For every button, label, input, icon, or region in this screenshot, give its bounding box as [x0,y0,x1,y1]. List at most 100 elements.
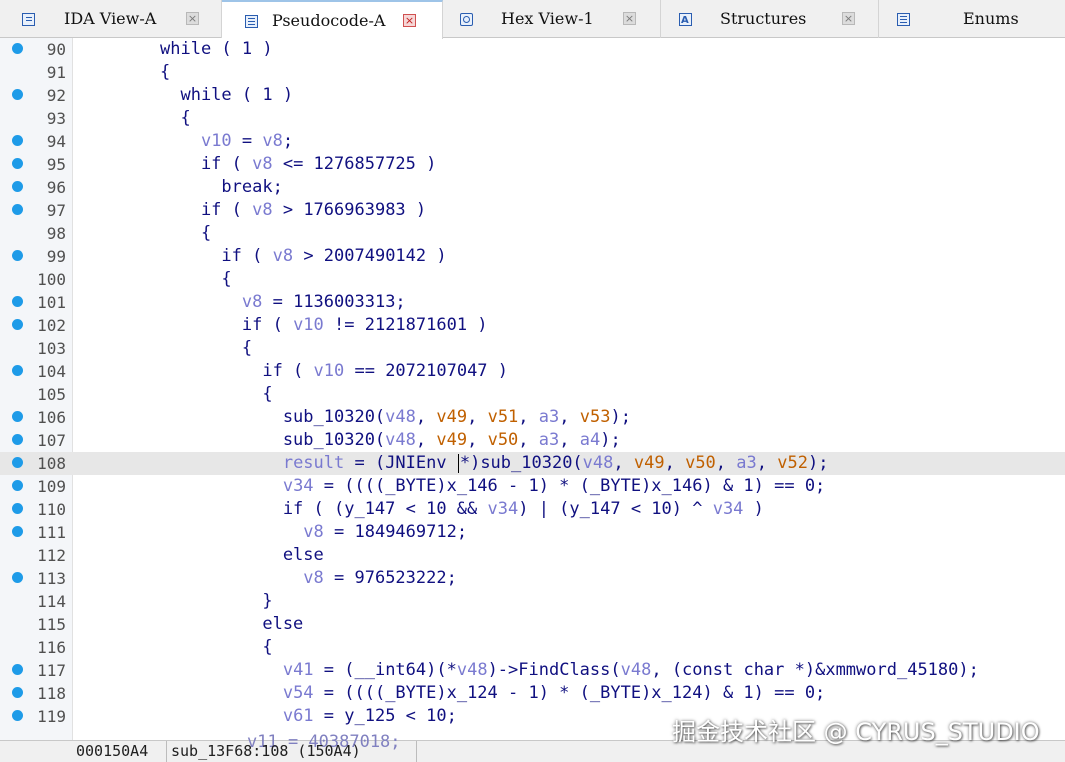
close-icon[interactable]: × [186,12,199,25]
code-line[interactable]: 118 v54 = ((((_BYTE)x_124 - 1) * (_BYTE)… [0,682,1065,705]
code-text: v8 = 1849469712; [303,522,468,542]
watermark: 掘金技术社区 @ CYRUS_STUDIO [672,718,1040,746]
breakpoint-dot-icon[interactable] [12,411,23,422]
line-number: 99 [46,247,66,266]
code-line[interactable]: 115 else [0,613,1065,636]
code-text: else [160,614,304,634]
line-number: 114 [37,592,66,611]
code-line[interactable]: 110 if ( (y_147 < 10 && v34) | (y_147 < … [0,498,1065,521]
code-line[interactable]: 113 v8 = 976523222; [0,567,1065,590]
line-number: 118 [37,684,66,703]
text-cursor [457,453,459,473]
tab-ida-view[interactable]: IDA View-A × [0,0,222,38]
tab-structures[interactable]: Structures × [661,0,879,40]
code-text: { [160,637,273,657]
code-text: { [160,338,253,358]
code-text: v8 = 976523222; [303,568,457,588]
breakpoint-dot-icon[interactable] [12,503,23,514]
close-icon[interactable]: × [842,12,855,25]
line-number: 93 [46,109,66,128]
code-line[interactable]: 91 { [0,61,1065,84]
code-text: break; [160,177,283,197]
code-line[interactable]: 117 v41 = (__int64)(*v48)->FindClass(v48… [0,659,1065,682]
code-line[interactable]: 103 { [0,337,1065,360]
breakpoint-dot-icon[interactable] [12,43,23,54]
code-line[interactable]: 92 while ( 1 ) [0,84,1065,107]
tab-bar: IDA View-A × Pseudocode-A × Hex View-1 ×… [0,0,1065,40]
code-line[interactable]: 93 { [0,107,1065,130]
code-line[interactable]: 114 } [0,590,1065,613]
code-line[interactable]: 102 if ( v10 != 2121871601 ) [0,314,1065,337]
breakpoint-dot-icon[interactable] [12,250,23,261]
line-number: 105 [37,385,66,404]
code-line[interactable]: 95 if ( v8 <= 1276857725 ) [0,153,1065,176]
code-line[interactable]: 100 { [0,268,1065,291]
code-text: if ( v8 > 1766963983 ) [160,200,427,220]
breakpoint-dot-icon[interactable] [12,89,23,100]
tab-hex-view[interactable]: Hex View-1 × [443,0,661,38]
code-text: v54 = ((((_BYTE)x_124 - 1) * (_BYTE)x_12… [282,683,826,703]
code-line[interactable]: 101 v8 = 1136003313; [0,291,1065,314]
code-line[interactable]: 99 if ( v8 > 2007490142 ) [0,245,1065,268]
code-text: v8 = 1136003313; [241,292,406,312]
breakpoint-dot-icon[interactable] [12,181,23,192]
code-text: v41 = (__int64)(*v48)->FindClass(v48, (c… [282,660,979,680]
code-line[interactable]: 107 sub_10320(v48, v49, v50, a3, a4); [0,429,1065,452]
line-number: 100 [37,270,66,289]
code-line[interactable]: 97 if ( v8 > 1766963983 ) [0,199,1065,222]
code-text: while ( 1 ) [160,85,294,105]
breakpoint-dot-icon[interactable] [12,457,23,468]
line-number: 119 [37,707,66,726]
line-number: 113 [37,569,66,588]
tab-label: IDA View-A [64,9,157,28]
code-text: } [160,591,273,611]
code-line[interactable]: 112 else [0,544,1065,567]
code-line[interactable]: 116 { [0,636,1065,659]
code-line[interactable]: 90 while ( 1 ) [0,38,1065,61]
breakpoint-dot-icon[interactable] [12,664,23,675]
code-line[interactable]: 108 result = (JNIEnv *)sub_10320(v48, v4… [0,452,1065,475]
line-number: 117 [37,661,66,680]
code-line[interactable]: 109 v34 = ((((_BYTE)x_146 - 1) * (_BYTE)… [0,475,1065,498]
code-text: sub_10320(v48, v49, v50, a3, a4); [160,430,621,450]
code-text: if ( v10 == 2072107047 ) [160,361,509,381]
breakpoint-dot-icon[interactable] [12,204,23,215]
breakpoint-dot-icon[interactable] [12,572,23,583]
code-text: v61 = y_125 < 10; [282,706,457,726]
code-text: if ( v10 != 2121871601 ) [160,315,488,335]
breakpoint-dot-icon[interactable] [12,480,23,491]
line-number: 97 [46,201,66,220]
close-icon[interactable]: × [403,14,416,27]
code-line[interactable]: 111 v8 = 1849469712; [0,521,1065,544]
tab-enums[interactable]: Enums [879,0,1065,38]
breakpoint-dot-icon[interactable] [12,687,23,698]
line-number: 91 [46,63,66,82]
code-line[interactable]: 96 break; [0,176,1065,199]
tab-pseudocode[interactable]: Pseudocode-A × [222,0,443,39]
enums-icon [897,13,910,26]
code-line[interactable]: 106 sub_10320(v48, v49, v51, a3, v53); [0,406,1065,429]
breakpoint-dot-icon[interactable] [12,319,23,330]
code-line[interactable]: 98 { [0,222,1065,245]
breakpoint-dot-icon[interactable] [12,526,23,537]
breakpoint-dot-icon[interactable] [12,434,23,445]
code-text: sub_10320(v48, v49, v51, a3, v53); [160,407,631,427]
line-number: 107 [37,431,66,450]
breakpoint-dot-icon[interactable] [12,135,23,146]
line-number: 110 [37,500,66,519]
line-number: 94 [46,132,66,151]
code-text: v10 = v8; [200,131,294,151]
code-line[interactable]: 105 { [0,383,1065,406]
pseudocode-editor[interactable]: 90 while ( 1 ) 91{92 while ( 1 ) 93 {94 v10… [0,38,1065,740]
code-text: else [160,545,324,565]
breakpoint-dot-icon[interactable] [12,158,23,169]
close-icon[interactable]: × [623,12,636,25]
code-line[interactable]: 104 if ( v10 == 2072107047 ) [0,360,1065,383]
line-number: 106 [37,408,66,427]
breakpoint-dot-icon[interactable] [12,365,23,376]
line-number: 92 [46,86,66,105]
breakpoint-dot-icon[interactable] [12,710,23,721]
code-text: result = (JNIEnv *)sub_10320(v48, v49, v… [282,453,829,473]
breakpoint-dot-icon[interactable] [12,296,23,307]
code-line[interactable]: 94 v10 = v8; [0,130,1065,153]
